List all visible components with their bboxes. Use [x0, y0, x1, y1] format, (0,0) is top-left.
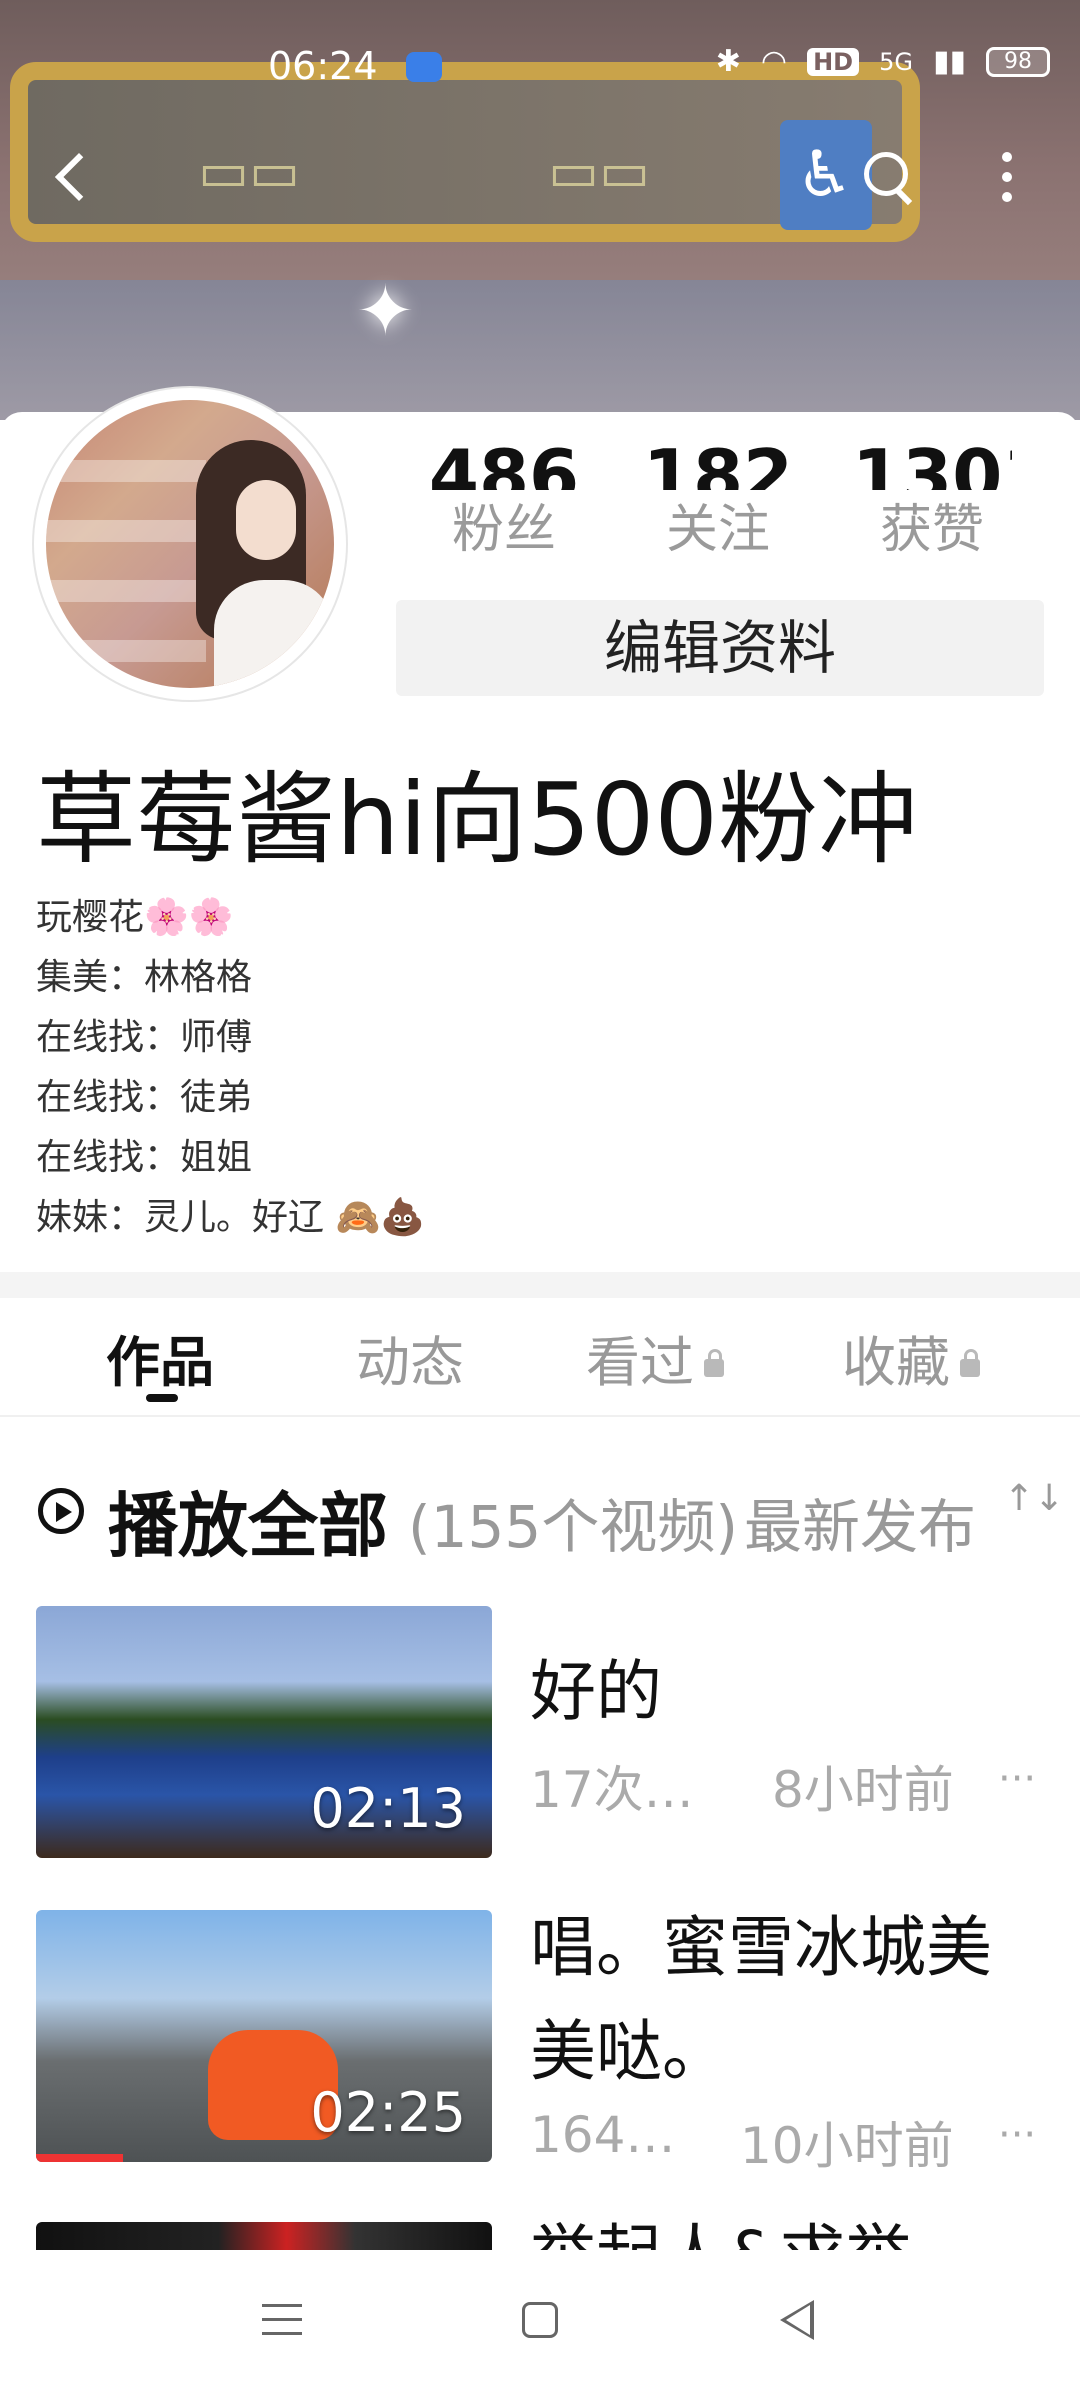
tab-favorites[interactable]: 收藏	[842, 1318, 980, 1397]
video-thumbnail[interactable]: 02:25	[36, 1910, 492, 2162]
video-title[interactable]: 唱。蜜雪冰城美	[530, 1896, 992, 2000]
sparkle-icon: ✦	[356, 270, 415, 352]
search-icon[interactable]	[860, 148, 920, 208]
bio-line: 在线找：师傅	[36, 1017, 253, 1058]
stat-value: 182	[642, 440, 794, 490]
bluetooth-icon: ✱	[715, 44, 741, 79]
avatar-figure-body	[214, 580, 334, 688]
sort-button[interactable]: 最新发布	[744, 1480, 976, 1564]
bio-line: 在线找：姐姐	[36, 1137, 253, 1178]
shelf	[46, 520, 206, 542]
edit-profile-button[interactable]: 编辑资料	[396, 600, 1044, 696]
video-more-button[interactable]: ···	[998, 2112, 1036, 2158]
shelf	[46, 640, 206, 662]
stat-likes[interactable]: 1301 获赞	[852, 440, 1012, 560]
system-back-icon[interactable]	[780, 2300, 814, 2340]
stat-label: 粉丝	[451, 500, 556, 560]
tab-active-indicator	[146, 1394, 178, 1402]
status-icons: ✱ ◠ HD 5G ▮▮ 98	[716, 44, 1050, 79]
video-title[interactable]: 举起人&求举	[530, 2204, 911, 2250]
play-all-button[interactable]: 播放全部	[108, 1470, 388, 1571]
stat-value: 1301	[852, 440, 1012, 490]
stat-label: 关注	[665, 500, 770, 560]
sign-glyph: ▭▭	[548, 140, 651, 203]
watch-progress-bar	[36, 2154, 123, 2162]
more-vertical-icon[interactable]	[996, 148, 1020, 208]
video-views: 164…	[530, 2106, 676, 2164]
stat-following[interactable]: 182 关注	[638, 440, 798, 560]
profile-nickname: 草莓酱hi向500粉冲	[36, 761, 919, 878]
avatar[interactable]	[34, 388, 346, 700]
tab-label: 看过	[586, 1331, 694, 1394]
lock-icon	[960, 1349, 980, 1377]
section-divider	[0, 1272, 1080, 1298]
hd-badge: HD	[807, 47, 860, 76]
video-more-button[interactable]: ···	[998, 1756, 1036, 1802]
back-arrow-icon[interactable]	[48, 142, 108, 212]
video-thumbnail[interactable]: 02:13	[36, 1606, 492, 1858]
stat-value: 486	[428, 440, 580, 490]
wifi-icon: ◠	[760, 44, 788, 79]
video-duration: 02:25	[310, 2081, 466, 2144]
avatar-image	[46, 400, 334, 688]
tab-watched[interactable]: 看过	[586, 1318, 724, 1397]
avatar-figure-face	[236, 480, 296, 560]
lock-icon	[704, 1349, 724, 1377]
video-time: 8小时前	[772, 1761, 954, 1819]
bio-line: 在线找：徒弟	[36, 1077, 253, 1118]
tab-works[interactable]: 作品	[106, 1318, 214, 1397]
tab-activity[interactable]: 动态	[356, 1318, 464, 1397]
video-views: 17次…	[530, 1761, 694, 1819]
shelf	[46, 460, 206, 482]
video-time: 10小时前	[740, 2117, 954, 2175]
sign-glyph: ▭▭	[198, 140, 301, 203]
signal-icon: ▮▮	[932, 44, 966, 79]
video-duration: 02:13	[310, 1777, 466, 1840]
sort-icon[interactable]: ↑↓	[1004, 1478, 1064, 1519]
tab-label: 收藏	[842, 1331, 950, 1394]
shelf	[46, 580, 206, 602]
stat-label: 获赞	[879, 500, 984, 560]
tabs-divider	[0, 1415, 1080, 1417]
video-title[interactable]: 好的	[530, 1640, 662, 1744]
home-icon[interactable]	[522, 2302, 558, 2338]
video-title-line2[interactable]: 美哒。	[530, 2000, 728, 2104]
battery-indicator: 98	[986, 46, 1050, 77]
status-time: 06:24	[268, 44, 378, 88]
play-circle-icon[interactable]	[38, 1488, 84, 1534]
bio-line: 玩樱花🌸🌸	[36, 897, 234, 938]
video-count: (155个视频)	[408, 1493, 738, 1561]
network-label: 5G	[879, 47, 913, 76]
recent-apps-icon[interactable]	[262, 2302, 302, 2338]
notification-app-icon	[406, 52, 442, 82]
wheelchair-icon	[780, 120, 872, 230]
stat-fans[interactable]: 486 粉丝	[424, 440, 584, 560]
bio-line: 妹妹：灵儿。好辽 🙈💩	[36, 1197, 426, 1238]
bio-line: 集美：林格格	[36, 957, 253, 998]
